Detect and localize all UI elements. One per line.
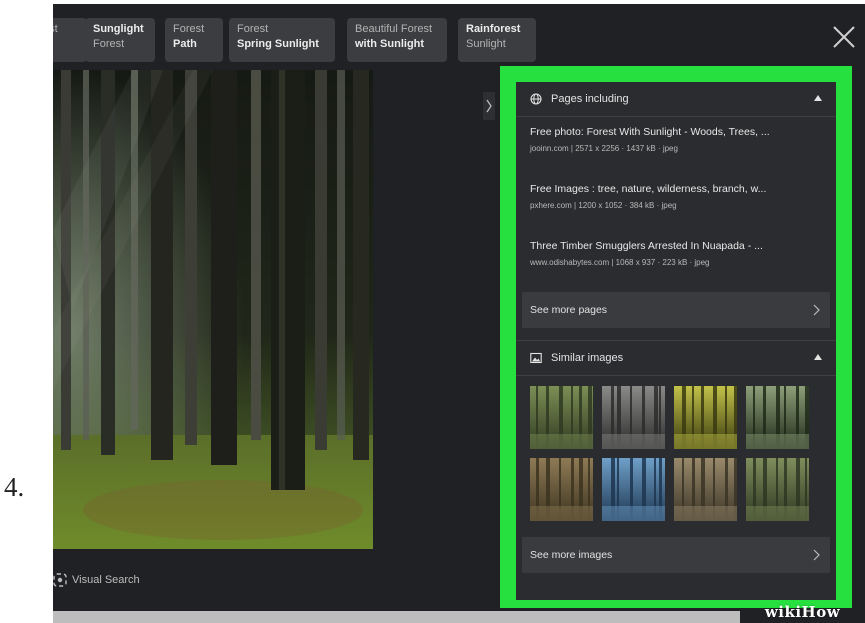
chevron-right-icon xyxy=(813,549,820,561)
related-search-chip[interactable]: Sunglight Forest xyxy=(85,18,155,62)
globe-icon xyxy=(530,93,542,105)
pages-including-header[interactable]: Pages including xyxy=(516,82,836,116)
related-search-chip[interactable]: Beautiful Forest with Sunlight xyxy=(347,18,447,62)
page-result[interactable]: Three Timber Smugglers Arrested In Nuapa… xyxy=(516,231,836,288)
similar-image-thumbnail[interactable] xyxy=(746,386,809,449)
page-result[interactable]: Free photo: Forest With Sunlight - Woods… xyxy=(516,117,836,174)
see-more-pages-button[interactable]: See more pages xyxy=(522,292,830,328)
step-number: 4. xyxy=(4,472,25,502)
related-search-chip[interactable]: Forest Spring Sunlight xyxy=(229,18,335,62)
chevron-right-icon xyxy=(813,304,820,316)
see-more-images-button[interactable]: See more images xyxy=(522,537,830,573)
chip-light-text: est xyxy=(53,23,58,35)
related-search-chip[interactable]: Forest Path xyxy=(165,18,223,62)
page-result-title: Free Images : tree, nature, wilderness, … xyxy=(530,183,767,195)
related-search-chip[interactable]: Rainforest Sunlight xyxy=(458,18,536,62)
see-more-images-label: See more images xyxy=(530,549,613,561)
visual-search-label: Visual Search xyxy=(72,574,140,586)
page-result-meta: pxhere.com | 1200 x 1052 · 384 kB · jpeg xyxy=(530,201,677,210)
chip-light-text: Beautiful Forest xyxy=(355,23,433,35)
caret-up-icon[interactable] xyxy=(814,95,822,101)
see-more-pages-label: See more pages xyxy=(530,304,608,316)
similar-image-thumbnail[interactable] xyxy=(530,458,593,521)
wikihow-watermark: wikiHow xyxy=(764,602,841,621)
page-result[interactable]: Free Images : tree, nature, wilderness, … xyxy=(516,174,836,231)
image-icon xyxy=(530,352,542,364)
chip-light-text: Sunlight xyxy=(466,38,506,50)
chip-bold-text: Rainforest xyxy=(466,23,521,35)
chip-light-text: Forest xyxy=(237,23,269,35)
similar-image-thumbnail[interactable] xyxy=(674,386,737,449)
page-result-meta: jooinn.com | 2571 x 2256 · 1437 kB · jpe… xyxy=(530,144,678,153)
chip-light-text: Forest xyxy=(173,23,205,35)
similar-image-thumbnail[interactable] xyxy=(602,386,665,449)
visual-search-button[interactable]: Visual Search xyxy=(53,570,140,590)
caret-up-icon[interactable] xyxy=(814,354,822,360)
similar-image-thumbnail[interactable] xyxy=(602,458,665,521)
page-result-title: Three Timber Smugglers Arrested In Nuapa… xyxy=(530,240,763,252)
similar-image-thumbnail[interactable] xyxy=(530,386,593,449)
close-x-icon[interactable] xyxy=(831,24,857,50)
similar-images-header[interactable]: Similar images xyxy=(516,341,836,375)
collapse-panel-chevron-icon[interactable] xyxy=(483,92,495,120)
chip-bold-text: n xyxy=(53,37,79,52)
lens-icon xyxy=(53,573,67,587)
pages-including-title: Pages including xyxy=(551,93,629,105)
chip-bold-text: Path xyxy=(173,38,197,50)
bottom-bar xyxy=(53,611,740,623)
similar-image-thumbnail[interactable] xyxy=(674,458,737,521)
main-photo xyxy=(53,70,373,549)
page-result-meta: www.odishabytes.com | 1068 x 937 · 223 k… xyxy=(530,258,710,267)
chip-bold-text: with Sunlight xyxy=(355,38,425,50)
chip-bold-text: Spring Sunlight xyxy=(237,38,319,50)
highlight-box: Pages including Free photo: Forest With … xyxy=(500,66,852,608)
similar-images-grid xyxy=(516,376,836,521)
details-panel: Pages including Free photo: Forest With … xyxy=(516,82,836,600)
similar-image-thumbnail[interactable] xyxy=(746,458,809,521)
chip-bold-text: Sunglight xyxy=(93,23,144,35)
image-viewer: est n Sunglight Forest Forest Path Fores… xyxy=(53,4,865,623)
related-search-chip[interactable]: est n xyxy=(53,18,87,62)
similar-images-title: Similar images xyxy=(551,352,624,364)
page-result-title: Free photo: Forest With Sunlight - Woods… xyxy=(530,126,770,138)
chip-light-text: Forest xyxy=(93,38,125,50)
